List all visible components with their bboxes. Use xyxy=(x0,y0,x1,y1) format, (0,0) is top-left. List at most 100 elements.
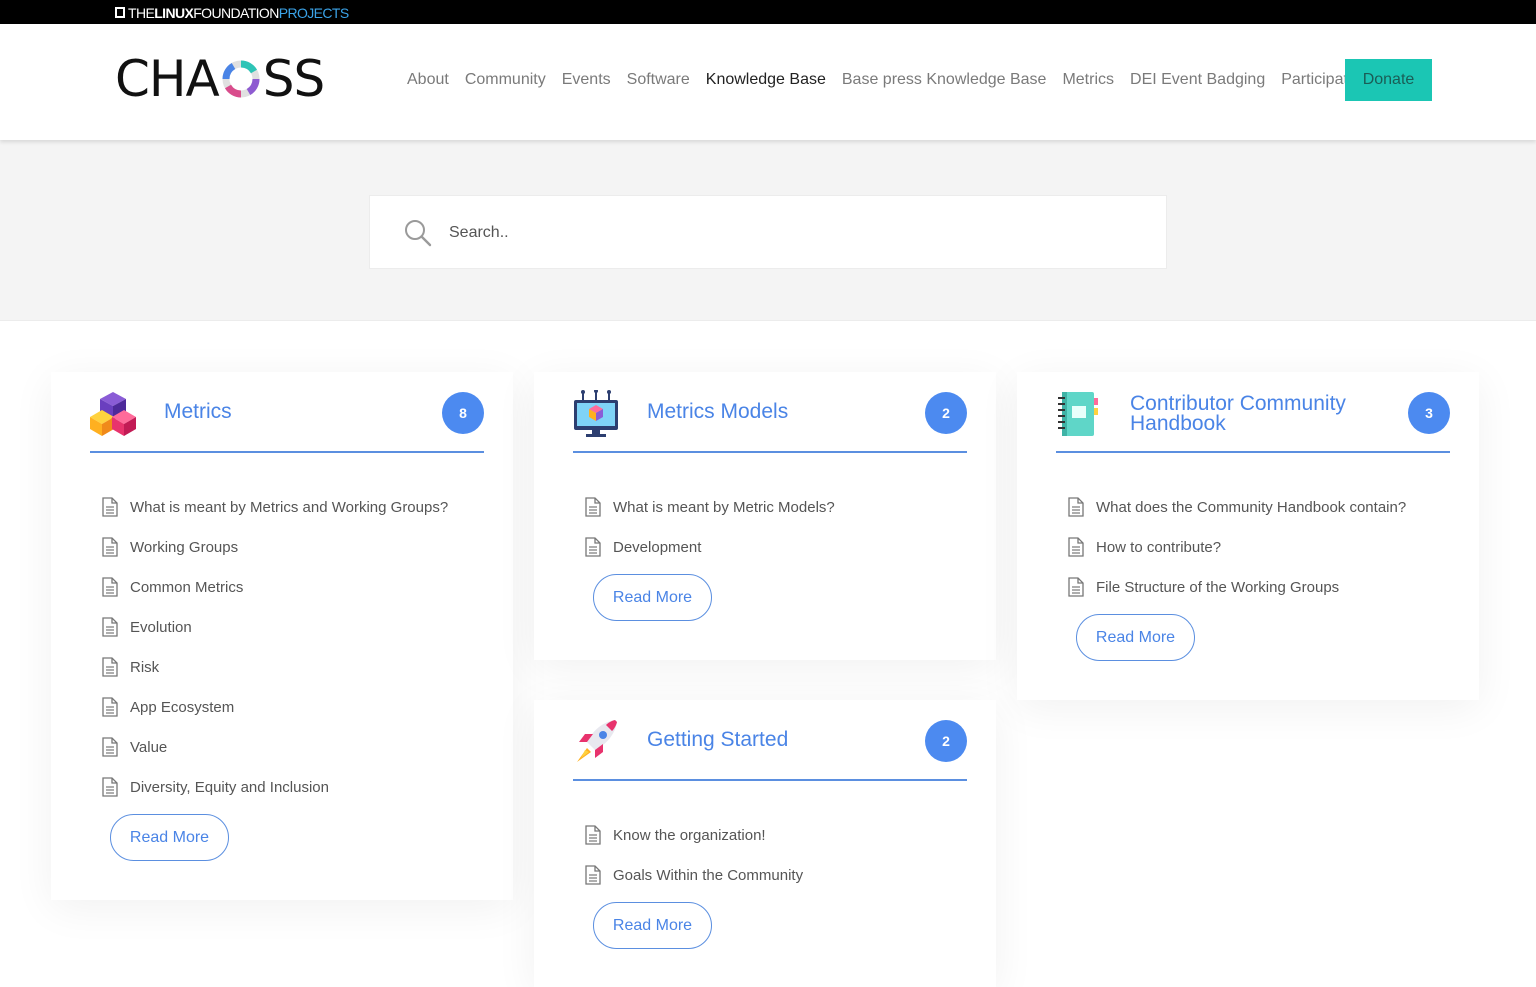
document-icon xyxy=(102,537,118,557)
article-title: Working Groups xyxy=(130,538,239,556)
card-metrics: Metrics 8 What is meant by Metrics and W… xyxy=(51,372,513,900)
article-link[interactable]: App Ecosystem xyxy=(101,687,448,727)
article-link[interactable]: Common Metrics xyxy=(101,567,448,607)
article-title: What is meant by Metrics and Working Gro… xyxy=(130,498,449,516)
card-title-line-2: Handbook xyxy=(1130,412,1226,435)
article-link[interactable]: Risk xyxy=(101,647,448,687)
knowledge-base-grid: Metrics 8 What is meant by Metrics and W… xyxy=(0,321,1536,987)
nav-community[interactable]: Community xyxy=(465,71,546,89)
linux-foundation-logo[interactable]: THE LINUX FOUNDATION PROJECTS xyxy=(115,4,349,21)
card-header: Contributor Community Handbook 3 xyxy=(1056,372,1450,453)
nav-dei-event-badging[interactable]: DEI Event Badging xyxy=(1130,71,1265,89)
article-title: Risk xyxy=(130,658,160,676)
chaoss-logo[interactable]: CHA SS xyxy=(115,50,325,108)
lf-the-text: THE xyxy=(128,4,155,21)
card-header: Metrics 8 xyxy=(90,372,484,453)
card-contributor-community-handbook: Contributor Community Handbook 3 What do… xyxy=(1017,372,1479,700)
search-hero xyxy=(0,140,1536,321)
article-link[interactable]: Development xyxy=(584,527,835,567)
nav-about[interactable]: About xyxy=(407,71,449,89)
card-header: Metrics Models 2 xyxy=(573,372,967,453)
cubes-icon xyxy=(90,392,136,436)
article-title: Value xyxy=(130,738,168,756)
monitor-icon xyxy=(574,390,618,437)
card-title-line-1: Contributor Community xyxy=(1130,392,1346,415)
document-icon xyxy=(1068,537,1084,557)
article-title: Know the organization! xyxy=(613,826,766,844)
card-metrics-models: Metrics Models 2 What is meant by Metric… xyxy=(534,372,996,660)
article-title: App Ecosystem xyxy=(130,698,235,716)
article-title: Evolution xyxy=(130,618,192,636)
card-header: Getting Started 2 xyxy=(573,700,967,781)
document-icon xyxy=(102,777,118,797)
document-icon xyxy=(102,497,118,517)
card-title[interactable]: Getting Started xyxy=(647,729,788,750)
article-title: What is meant by Metric Models? xyxy=(613,498,835,516)
logo-text-right: SS xyxy=(262,50,325,108)
card-title[interactable]: Metrics xyxy=(164,401,232,422)
linux-foundation-bar: THE LINUX FOUNDATION PROJECTS xyxy=(0,0,1536,24)
site-header: CHA SS About Community Events Software K… xyxy=(0,24,1536,140)
document-icon xyxy=(1068,497,1084,517)
article-title: Goals Within the Community xyxy=(613,866,804,884)
nav-base-press-knowledge-base[interactable]: Base press Knowledge Base xyxy=(842,71,1047,89)
article-link[interactable]: Value xyxy=(101,727,448,767)
document-icon xyxy=(1068,577,1084,597)
lf-box-icon xyxy=(115,7,125,18)
read-more-button[interactable]: Read More xyxy=(1076,614,1195,661)
article-link[interactable]: What does the Community Handbook contain… xyxy=(1067,487,1406,527)
article-list: What does the Community Handbook contain… xyxy=(1067,487,1406,607)
document-icon xyxy=(585,865,601,885)
read-more-button[interactable]: Read More xyxy=(593,902,712,949)
article-title: File Structure of the Working Groups xyxy=(1096,578,1340,596)
article-list: What is meant by Metrics and Working Gro… xyxy=(101,487,448,807)
document-icon xyxy=(102,657,118,677)
main-nav: About Community Events Software Knowledg… xyxy=(399,59,1365,101)
nav-software[interactable]: Software xyxy=(627,71,690,89)
article-link[interactable]: What is meant by Metrics and Working Gro… xyxy=(101,487,448,527)
card-getting-started: Getting Started 2 Know the organization!… xyxy=(534,700,996,987)
search-icon xyxy=(405,220,432,247)
article-title: Development xyxy=(613,538,702,556)
article-link[interactable]: Know the organization! xyxy=(584,815,803,855)
nav-metrics[interactable]: Metrics xyxy=(1062,71,1114,89)
article-link[interactable]: Working Groups xyxy=(101,527,448,567)
article-link[interactable]: Evolution xyxy=(101,607,448,647)
lf-projects-text: PROJECTS xyxy=(278,4,349,21)
article-title: Common Metrics xyxy=(130,578,244,596)
read-more-button[interactable]: Read More xyxy=(593,574,712,621)
document-icon xyxy=(585,825,601,845)
article-list: What is meant by Metric Models? Developm… xyxy=(584,487,835,567)
document-icon xyxy=(102,697,118,717)
card-title[interactable]: Metrics Models xyxy=(647,401,788,422)
document-icon xyxy=(102,577,118,597)
article-link[interactable]: Diversity, Equity and Inclusion xyxy=(101,767,448,807)
nav-knowledge-base[interactable]: Knowledge Base xyxy=(706,71,826,89)
article-count-badge: 2 xyxy=(925,392,967,434)
search-input[interactable] xyxy=(449,218,1129,248)
rocket-icon xyxy=(577,720,617,762)
document-icon xyxy=(102,617,118,637)
donate-button[interactable]: Donate xyxy=(1345,59,1432,101)
article-title: Diversity, Equity and Inclusion xyxy=(130,778,329,796)
article-link[interactable]: How to contribute? xyxy=(1067,527,1406,567)
nav-events[interactable]: Events xyxy=(562,71,611,89)
read-more-button[interactable]: Read More xyxy=(110,814,229,861)
article-link[interactable]: File Structure of the Working Groups xyxy=(1067,567,1406,607)
article-link[interactable]: What is meant by Metric Models? xyxy=(584,487,835,527)
search-box xyxy=(369,195,1167,269)
article-title: How to contribute? xyxy=(1096,538,1222,556)
notebook-icon xyxy=(1058,392,1098,436)
logo-text-left: CHA xyxy=(115,50,220,108)
chaoss-ring-icon xyxy=(222,60,260,98)
card-title[interactable]: Contributor Community Handbook xyxy=(1130,392,1346,435)
article-title: What does the Community Handbook contain… xyxy=(1096,498,1407,516)
article-list: Know the organization! Goals Within the … xyxy=(584,815,803,895)
article-count-badge: 2 xyxy=(925,720,967,762)
article-count-badge: 8 xyxy=(442,392,484,434)
document-icon xyxy=(585,537,601,557)
article-count-badge: 3 xyxy=(1408,392,1450,434)
article-link[interactable]: Goals Within the Community xyxy=(584,855,803,895)
document-icon xyxy=(585,497,601,517)
document-icon xyxy=(102,737,118,757)
